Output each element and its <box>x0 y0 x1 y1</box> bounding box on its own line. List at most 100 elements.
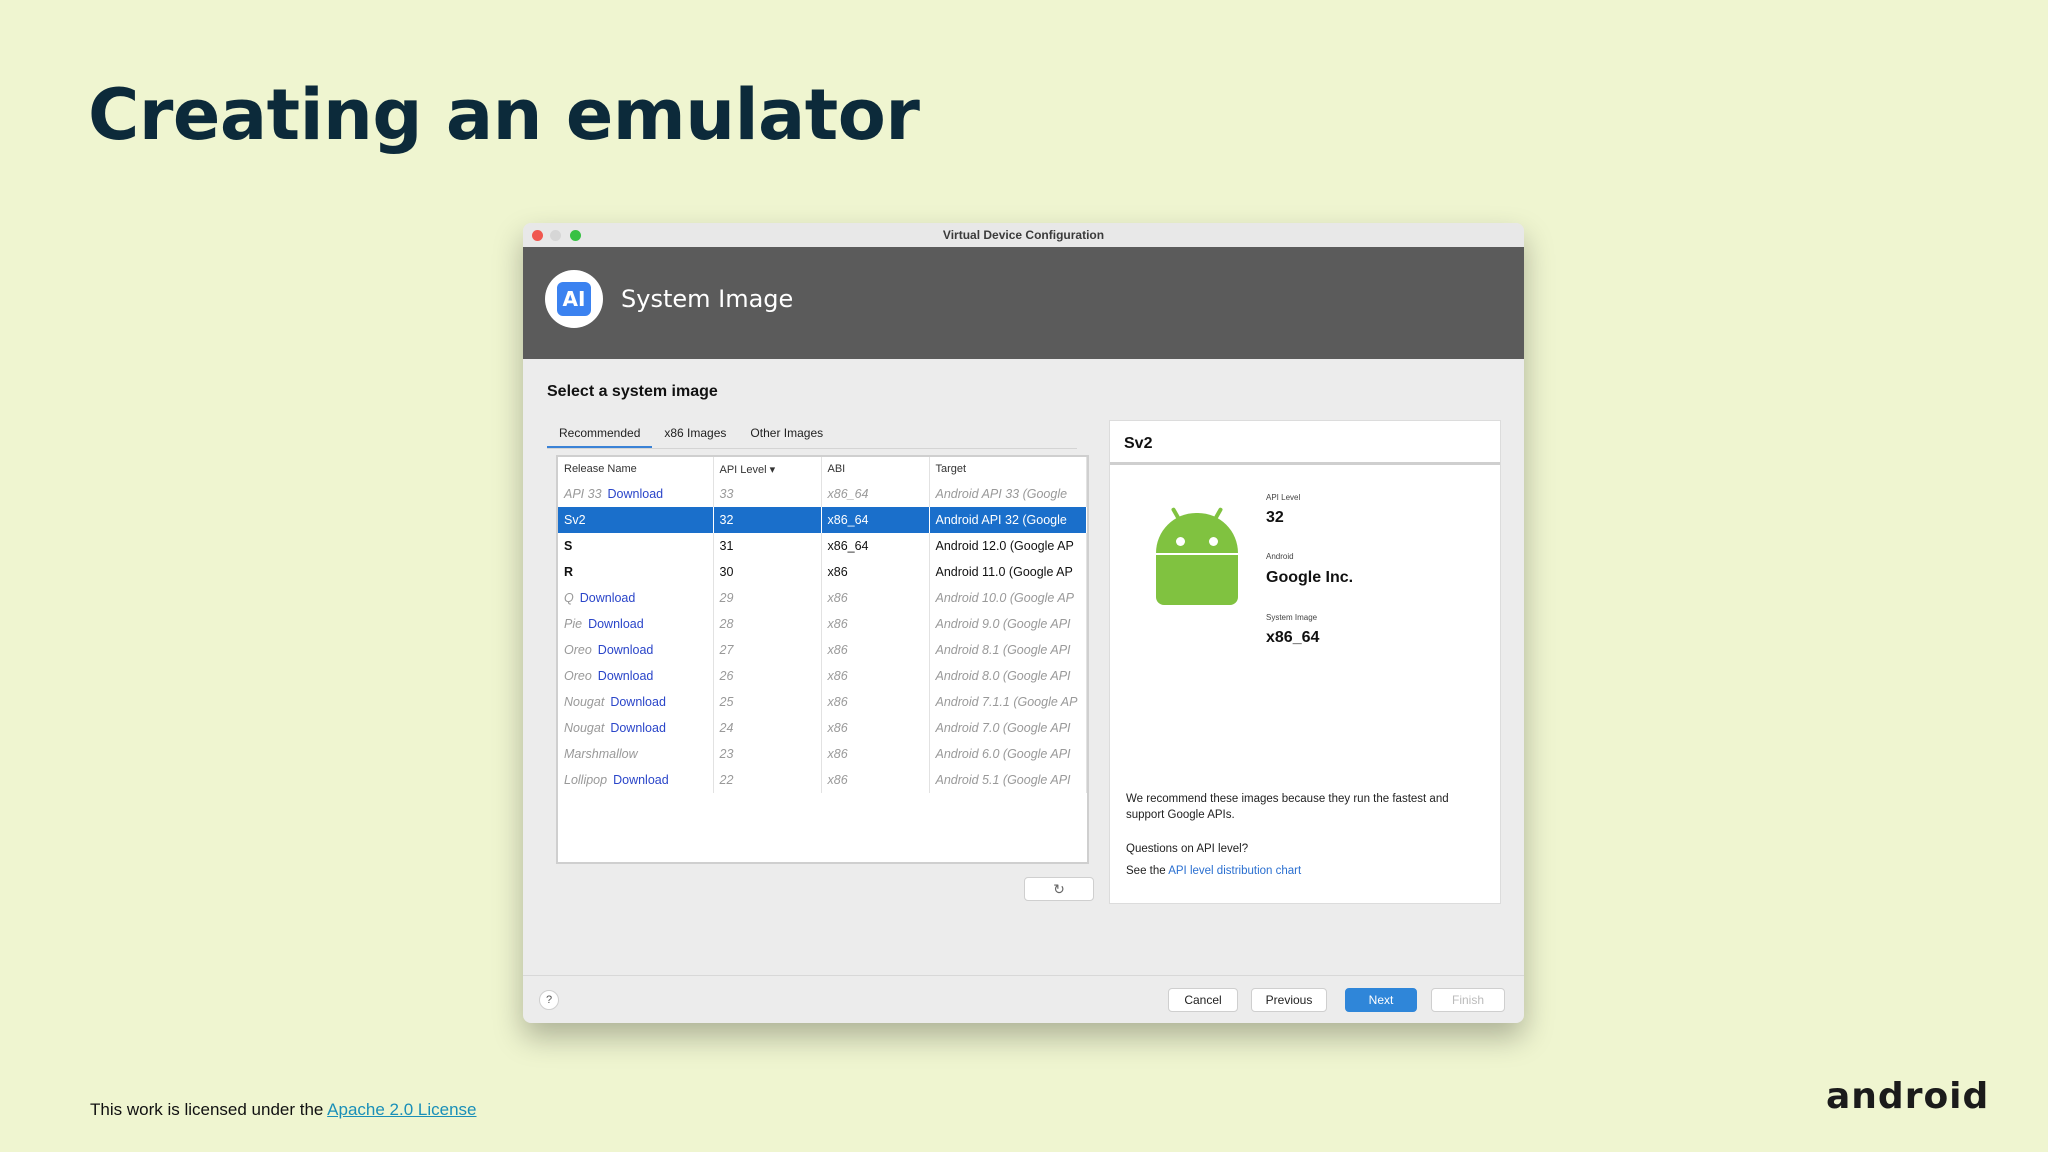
target-cell: Android 10.0 (Google AP <box>929 585 1087 611</box>
table-row[interactable]: Nougat Download 25 x86 Android 7.1.1 (Google… <box>558 689 1087 715</box>
table-row[interactable]: Marshmallow 23 x86 Android 6.0 (Google API <box>558 741 1087 767</box>
target-cell: Android 5.1 (Google API <box>929 767 1087 793</box>
recommendation-note: We recommend these images because they r… <box>1126 793 1449 821</box>
target-cell: Android 12.0 (Google AP <box>929 533 1087 559</box>
slide-title: Creating an emulator <box>88 74 920 156</box>
android-studio-icon-glyph: AI <box>557 282 591 316</box>
release-name: S <box>564 539 573 553</box>
table-row[interactable]: Oreo Download 27 x86 Android 8.1 (Google API <box>558 637 1087 663</box>
release-name-cell: S <box>558 533 714 559</box>
release-name: R <box>564 565 574 579</box>
download-link[interactable]: Download <box>610 721 666 735</box>
table-row[interactable]: Nougat Download 24 x86 Android 7.0 (Google A… <box>558 715 1087 741</box>
wizard-step-title: System Image <box>621 285 794 313</box>
column-header-target[interactable]: Target <box>929 457 1087 481</box>
table-row[interactable]: Pie Download 28 x86 Android 9.0 (Google API <box>558 611 1087 637</box>
abi-cell: x86 <box>821 663 930 689</box>
cancel-button[interactable]: Cancel <box>1168 988 1238 1012</box>
column-header-abi[interactable]: ABI <box>821 457 930 481</box>
release-name: Q <box>564 591 574 605</box>
target-cell: Android 7.0 (Google API <box>929 715 1087 741</box>
api-level-cell: 32 <box>713 507 822 533</box>
robot-head <box>1156 513 1238 553</box>
robot-body <box>1156 555 1238 605</box>
column-header-release-name[interactable]: Release Name <box>558 457 714 481</box>
table-row[interactable]: S 31 x86_64 Android 12.0 (Google AP <box>558 533 1087 559</box>
table-row[interactable]: Q Download 29 x86 Android 10.0 (Google AP <box>558 585 1087 611</box>
release-name: Lollipop <box>564 773 608 787</box>
target-cell: Android 6.0 (Google API <box>929 741 1087 767</box>
target-cell: Android 11.0 (Google AP <box>929 559 1087 585</box>
download-link[interactable]: Download <box>588 617 644 631</box>
robot-eye-right <box>1209 537 1218 546</box>
abi-cell: x86 <box>821 559 930 585</box>
download-link[interactable]: Download <box>613 773 669 787</box>
window-title: Virtual Device Configuration <box>942 228 1105 242</box>
table-row[interactable]: Sv2 32 x86_64 Android API 32 (Google <box>558 507 1087 533</box>
virtual-device-configuration-window: Virtual Device Configuration AI System I… <box>523 223 1524 1023</box>
column-header-api-level[interactable]: API Level ▾ <box>713 457 822 481</box>
download-link[interactable]: Download <box>610 695 666 709</box>
api-level-value: 32 <box>1266 509 1284 526</box>
abi-cell: x86 <box>821 767 930 793</box>
api-question-text: Questions on API level? <box>1126 843 1249 855</box>
system-image-table: Release Name API Level ▾ ABI Target API … <box>556 455 1089 864</box>
api-level-cell: 30 <box>713 559 822 585</box>
license-text: This work is licensed under the <box>90 1100 328 1119</box>
abi-cell: x86 <box>821 741 930 767</box>
target-cell: Android 7.1.1 (Google AP <box>929 689 1087 715</box>
tab-recommended[interactable]: Recommended <box>547 423 653 449</box>
detail-title: Sv2 <box>1110 421 1500 465</box>
api-distribution-chart-link[interactable]: API level distribution chart <box>1168 865 1301 877</box>
table-row[interactable]: API 33 Download 33 x86_64 Android API 33 (Go… <box>558 481 1087 507</box>
target-cell: Android 9.0 (Google API <box>929 611 1087 637</box>
next-button[interactable]: Next <box>1345 988 1417 1012</box>
release-name: Oreo <box>564 643 592 657</box>
abi-cell: x86 <box>821 611 930 637</box>
target-cell: Android 8.1 (Google API <box>929 637 1087 663</box>
api-level-cell: 26 <box>713 663 822 689</box>
api-level-cell: 23 <box>713 741 822 767</box>
table-row[interactable]: R 30 x86 Android 11.0 (Google AP <box>558 559 1087 585</box>
table-row[interactable]: Lollipop Download 22 x86 Android 5.1 (Google… <box>558 767 1087 793</box>
table-row[interactable]: Oreo Download 26 x86 Android 8.0 (Google API <box>558 663 1087 689</box>
section-label: Select a system image <box>547 383 718 400</box>
android-label: Android <box>1266 552 1294 561</box>
finish-button[interactable]: Finish <box>1431 988 1505 1012</box>
download-link[interactable]: Download <box>580 591 636 605</box>
api-level-cell: 22 <box>713 767 822 793</box>
release-name-cell: Sv2 <box>558 507 714 533</box>
download-link[interactable]: Download <box>598 643 654 657</box>
footer-divider <box>523 975 1524 976</box>
tab-x86-images[interactable]: x86 Images <box>652 423 738 449</box>
distribution-chart-line: See the API level distribution chart <box>1126 863 1486 879</box>
android-robot-icon <box>1148 506 1244 607</box>
abi-cell: x86_64 <box>821 533 930 559</box>
image-tabs: Recommended x86 Images Other Images <box>547 423 835 449</box>
abi-cell: x86_64 <box>821 507 930 533</box>
api-level-cell: 31 <box>713 533 822 559</box>
help-button[interactable]: ? <box>539 990 559 1010</box>
refresh-button[interactable]: ↻ <box>1024 877 1094 901</box>
download-link[interactable]: Download <box>608 487 664 501</box>
api-level-cell: 24 <box>713 715 822 741</box>
tab-other-images[interactable]: Other Images <box>738 423 835 449</box>
abi-cell: x86 <box>821 637 930 663</box>
android-studio-icon: AI <box>545 270 603 328</box>
apache-license-link[interactable]: Apache 2.0 License <box>327 1100 476 1119</box>
system-image-value: x86_64 <box>1266 629 1320 646</box>
target-cell: Android API 32 (Google <box>929 507 1087 533</box>
api-level-cell: 28 <box>713 611 822 637</box>
api-level-cell: 33 <box>713 481 822 507</box>
release-name: Nougat <box>564 695 605 709</box>
table-header-row: Release Name API Level ▾ ABI Target <box>558 457 1087 481</box>
release-name: Sv2 <box>564 513 586 527</box>
download-link[interactable]: Download <box>598 669 654 683</box>
release-name: Nougat <box>564 721 605 735</box>
tabs-divider <box>547 448 1077 449</box>
abi-cell: x86 <box>821 689 930 715</box>
previous-button[interactable]: Previous <box>1251 988 1327 1012</box>
release-name: Oreo <box>564 669 592 683</box>
abi-cell: x86 <box>821 585 930 611</box>
api-level-label: API Level <box>1266 493 1301 502</box>
